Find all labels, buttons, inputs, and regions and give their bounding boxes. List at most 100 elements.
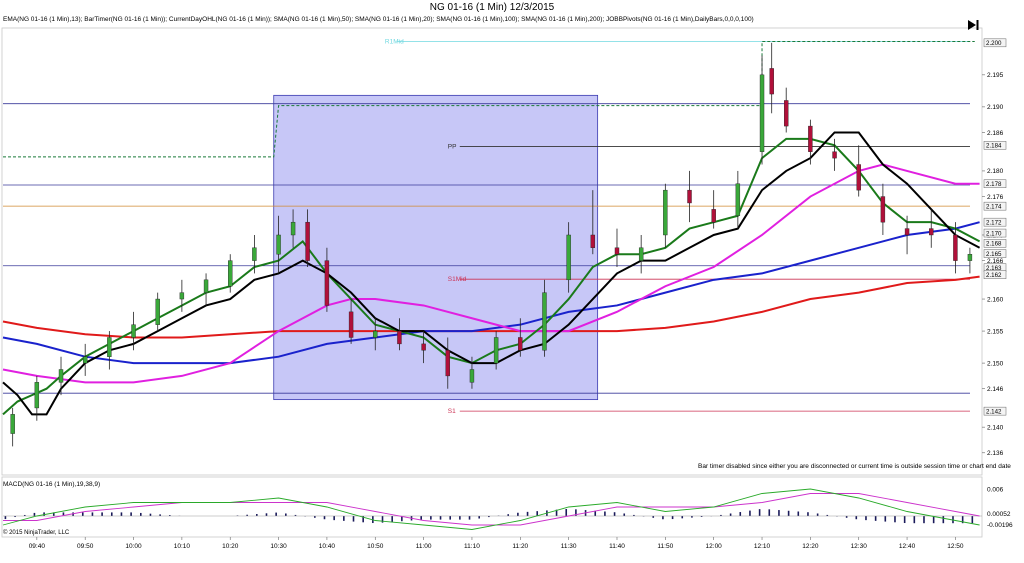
macd-tick-label: 0.00052 <box>987 511 1011 518</box>
highlight-zone <box>273 94 599 401</box>
candle-body <box>769 68 774 95</box>
candle-body <box>518 337 523 351</box>
candle-body <box>614 247 620 255</box>
candle-body <box>58 369 64 383</box>
price-box-label: 2.142 <box>986 408 1002 415</box>
y-tick-label: 2.136 <box>987 450 1004 457</box>
candle-body <box>967 254 973 261</box>
candle-body <box>252 247 257 261</box>
price-box-label: 2.172 <box>986 219 1002 226</box>
candle-body <box>179 292 185 300</box>
candle-body <box>131 324 136 338</box>
x-tick-label: 12:30 <box>851 543 868 550</box>
candle-body <box>82 356 88 364</box>
candle-body <box>290 221 296 236</box>
macd-tick-label: -0.00196 <box>987 522 1013 529</box>
x-tick-label: 09:40 <box>29 543 46 550</box>
pivot-label-s1: S1 <box>448 408 456 415</box>
candle-body <box>832 151 837 159</box>
price-box-label: 2.170 <box>986 230 1002 237</box>
y-tick-label: 2.186 <box>987 130 1004 137</box>
x-tick-label: 11:00 <box>416 543 432 550</box>
x-tick-label: 09:50 <box>77 543 94 550</box>
candle-body <box>107 337 112 357</box>
candle-body <box>590 234 596 248</box>
candle-body <box>348 311 354 338</box>
x-tick-label: 10:00 <box>125 543 142 550</box>
y-tick-label: 2.180 <box>987 168 1004 175</box>
candle-body <box>469 369 475 383</box>
indicators-line: EMA(NG 01-16 (1 Min),13); BarTimer(NG 01… <box>3 16 754 23</box>
candle-body <box>759 74 765 152</box>
x-tick-label: 12:10 <box>754 543 771 550</box>
candle-body <box>856 164 861 191</box>
skip-to-end-icon <box>968 20 979 30</box>
y-tick-label: 2.140 <box>987 424 1004 431</box>
candle-body <box>687 189 692 204</box>
candle-body <box>397 330 402 345</box>
y-tick-label: 2.176 <box>987 194 1004 201</box>
candle-body <box>638 247 644 261</box>
x-tick-label: 10:40 <box>319 543 336 550</box>
x-tick-label: 10:20 <box>222 543 239 550</box>
x-tick-label: 11:30 <box>561 543 577 550</box>
candle-body <box>953 234 958 261</box>
bar-timer-note: Bar timer disabled since either you are … <box>698 463 1011 470</box>
candle-body <box>735 183 741 216</box>
candle-body <box>373 330 378 338</box>
x-tick-label: 12:20 <box>802 543 819 550</box>
x-tick-label: 11:40 <box>609 543 625 550</box>
candle-body <box>493 337 499 364</box>
price-chart: R1Mid PP S1Mid S1 2.136 2.140 2.146 2.150 2.155… <box>1 27 1013 550</box>
y-tick-label: 2.155 <box>987 328 1004 335</box>
chart-title: NG 01-16 (1 Min) 12/3/2015 <box>429 2 555 13</box>
copyright-text: © 2015 NinjaTrader, LLC <box>3 530 70 536</box>
pivot-label-pp: PP <box>448 144 457 151</box>
candle-body <box>880 196 886 223</box>
x-tick-label: 12:40 <box>899 543 916 550</box>
candle-body <box>228 260 233 287</box>
macd-tick-label: 0.006 <box>987 486 1004 493</box>
candle-body <box>542 292 547 351</box>
price-box-label: 2.184 <box>986 143 1002 150</box>
candle-body <box>203 279 209 293</box>
candle-body <box>808 125 813 152</box>
price-box-label: 2.174 <box>986 203 1002 210</box>
pivot-label-s1mid: S1Mid <box>448 276 467 283</box>
y-tick-label: 2.146 <box>987 386 1004 393</box>
candle-body <box>34 382 40 409</box>
x-tick-label: 10:30 <box>270 543 287 550</box>
y-tick-label: 2.195 <box>987 72 1004 79</box>
candle-body <box>276 234 281 255</box>
y-tick-label: 2.150 <box>987 360 1004 367</box>
y-tick-label: 2.190 <box>987 104 1004 111</box>
candle-body <box>566 234 571 281</box>
x-tick-label: 11:20 <box>512 543 528 550</box>
price-box-label: 2.200 <box>986 40 1002 47</box>
price-box-label: 2.162 <box>986 272 1002 279</box>
pivot-label-r1mid: R1Mid <box>385 39 404 46</box>
price-box-label: 2.168 <box>986 241 1002 248</box>
skip-to-end-button[interactable] <box>965 18 981 32</box>
candle-body <box>10 414 15 434</box>
candle-body <box>663 189 668 236</box>
x-tick-label: 12:50 <box>947 543 964 550</box>
x-tick-label: 10:50 <box>367 543 384 550</box>
price-box-label: 2.165 <box>986 251 1002 258</box>
candle-body <box>904 228 910 236</box>
candle-body <box>324 260 330 306</box>
candle-body <box>155 298 160 325</box>
candle-body <box>445 350 450 377</box>
macd-panel-frame <box>1 476 983 538</box>
candle-body <box>711 209 716 223</box>
price-box-label: 2.178 <box>986 181 1002 188</box>
macd-label: MACD(NG 01-16 (1 Min),19,38,9) <box>3 481 101 488</box>
candle-body <box>929 228 934 236</box>
x-tick-label: 11:10 <box>464 543 480 550</box>
candle-body <box>305 221 310 261</box>
x-tick-label: 11:50 <box>657 543 673 550</box>
candle-body <box>421 343 426 351</box>
x-tick-label: 12:00 <box>706 543 723 550</box>
y-tick-label: 2.160 <box>987 296 1004 303</box>
candle-body <box>784 100 789 127</box>
